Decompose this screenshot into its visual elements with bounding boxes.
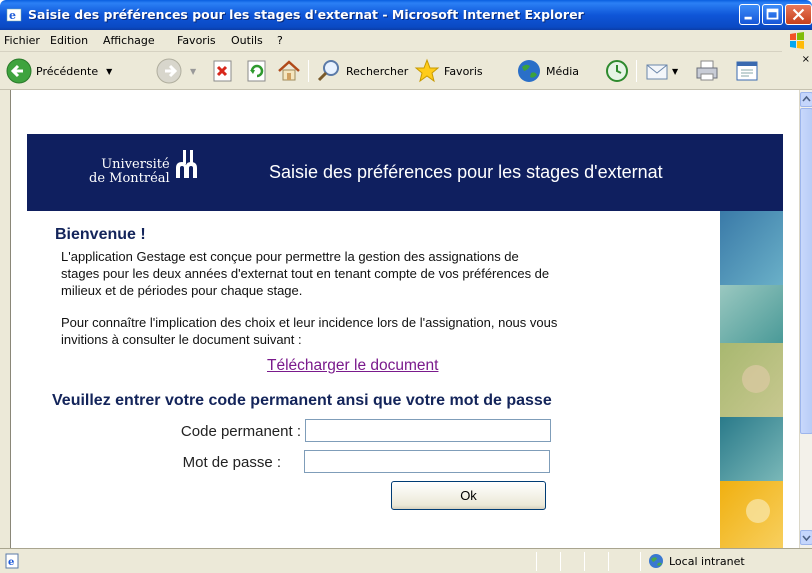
minimize-button[interactable] xyxy=(739,4,760,25)
status-bar: e Local intranet xyxy=(0,548,812,573)
ie-icon: e xyxy=(6,8,22,22)
scroll-up-icon[interactable] xyxy=(800,92,812,107)
security-zone-label: Local intranet xyxy=(669,554,745,568)
intro-line-1: L'application Gestage est conçue pour pe… xyxy=(61,249,519,264)
media-label: Média xyxy=(546,64,580,78)
window-title: Saisie des préférences pour les stages d… xyxy=(28,7,584,22)
download-document-link[interactable]: Télécharger le document xyxy=(267,357,438,375)
header-banner: Université de Montréal Saisie des préfér… xyxy=(27,134,783,211)
stop-icon xyxy=(213,60,232,82)
back-button[interactable]: Précédente ▼ xyxy=(6,57,112,85)
forward-button[interactable]: ▼ xyxy=(156,57,196,85)
edit-button[interactable] xyxy=(734,57,760,85)
logo-line-1: Université xyxy=(101,157,170,172)
password-input[interactable] xyxy=(304,450,550,473)
menu-fichier[interactable]: Fichier xyxy=(4,34,40,47)
code-permanent-label: Code permanent : xyxy=(180,423,301,440)
intro-paragraph: L'application Gestage est conçue pour pe… xyxy=(61,248,701,299)
back-label: Précédente xyxy=(36,64,99,78)
page-status-icon: e xyxy=(5,553,19,569)
media-globe-icon xyxy=(518,60,540,82)
document-line-2: invitions à consulter le document suivan… xyxy=(61,332,302,347)
menu-bar: Fichier Edition Affichage Favoris Outils… xyxy=(0,30,812,52)
search-icon xyxy=(317,60,339,82)
stop-button[interactable] xyxy=(212,57,234,85)
forward-arrow-icon xyxy=(156,58,182,84)
menu-edition[interactable]: Edition xyxy=(50,34,88,47)
edit-page-icon xyxy=(736,61,758,81)
university-logo-icon xyxy=(176,150,197,178)
maximize-icon xyxy=(766,8,779,20)
history-button[interactable] xyxy=(604,57,630,85)
login-prompt: Veuillez entrer votre code permanent ans… xyxy=(52,392,552,409)
welcome-heading: Bienvenue ! xyxy=(55,226,146,243)
svg-text:e: e xyxy=(9,9,16,22)
refresh-icon xyxy=(247,60,266,82)
intranet-globe-icon xyxy=(649,554,663,568)
vertical-scrollbar[interactable] xyxy=(799,90,812,548)
menu-affichage[interactable]: Affichage xyxy=(103,34,155,47)
document-paragraph: Pour connaître l'implication des choix e… xyxy=(61,314,701,348)
svg-text:e: e xyxy=(8,557,14,568)
back-dropdown-icon[interactable]: ▼ xyxy=(106,67,112,76)
security-zone: Local intranet xyxy=(648,553,745,569)
banner-title: Saisie des préférences pour les stages d… xyxy=(269,162,663,182)
menu-help[interactable]: ? xyxy=(277,34,283,47)
windows-flag-icon xyxy=(790,32,804,49)
favorites-button[interactable]: Favoris xyxy=(414,57,483,85)
code-permanent-input[interactable] xyxy=(305,419,551,442)
document-line-1: Pour connaître l'implication des choix e… xyxy=(61,315,558,330)
window-frame-left xyxy=(0,90,11,548)
windows-logo xyxy=(782,30,812,52)
close-button[interactable] xyxy=(785,4,812,25)
minimize-icon xyxy=(744,16,752,20)
mail-dropdown-icon[interactable]: ▼ xyxy=(672,67,678,76)
decorative-photo-strip xyxy=(720,211,783,548)
media-button[interactable]: Média xyxy=(516,57,579,85)
search-button[interactable]: Rechercher xyxy=(316,57,408,85)
forward-dropdown-icon[interactable]: ▼ xyxy=(190,67,196,76)
university-logo-text: Université de Montréal xyxy=(89,158,170,186)
star-icon xyxy=(414,58,440,83)
scroll-down-icon[interactable] xyxy=(800,530,812,545)
title-bar: e Saisie des préférences pour les stages… xyxy=(0,0,812,30)
history-icon xyxy=(606,60,628,82)
search-label: Rechercher xyxy=(346,64,409,78)
ok-button[interactable]: Ok xyxy=(391,481,546,510)
password-label: Mot de passe : xyxy=(182,454,281,471)
intro-line-2: stages pour les deux années d'externat t… xyxy=(61,266,550,281)
menu-favoris[interactable]: Favoris xyxy=(177,34,216,47)
intro-line-3: milieux et de périodes pour chaque stage… xyxy=(61,283,303,298)
home-button[interactable] xyxy=(276,57,302,85)
scroll-thumb[interactable] xyxy=(800,108,812,434)
home-icon xyxy=(278,60,300,81)
maximize-button[interactable] xyxy=(762,4,783,25)
mail-icon xyxy=(646,64,668,80)
back-arrow-icon xyxy=(6,58,32,84)
printer-icon xyxy=(696,60,718,81)
favorites-label: Favoris xyxy=(444,64,483,78)
toolbar-close-icon[interactable]: × xyxy=(802,54,810,65)
menu-outils[interactable]: Outils xyxy=(231,34,263,47)
toolbar: Précédente ▼ ▼ Rechercher Favoris Média … xyxy=(0,52,812,90)
page-viewport: Université de Montréal Saisie des préfér… xyxy=(11,90,799,548)
mail-button[interactable]: ▼ xyxy=(644,57,678,85)
close-icon xyxy=(792,8,805,21)
refresh-button[interactable] xyxy=(246,57,268,85)
print-button[interactable] xyxy=(694,57,720,85)
logo-line-2: de Montréal xyxy=(89,171,170,186)
